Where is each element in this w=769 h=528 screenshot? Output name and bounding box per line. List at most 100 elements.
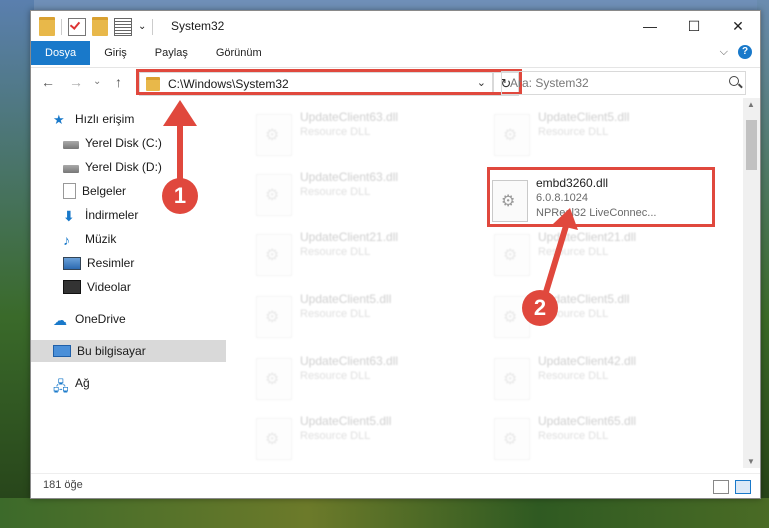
dll-file-icon bbox=[256, 234, 292, 276]
list-item[interactable]: UpdateClient5.dll Resource DLL bbox=[256, 290, 486, 342]
vertical-scrollbar[interactable]: ▲ ▼ bbox=[743, 98, 760, 468]
search-input[interactable]: Ara: System32 bbox=[510, 76, 589, 90]
navigation-pane: ★ Hızlı erişim Yerel Disk (C:) 📌 Yerel D… bbox=[31, 98, 256, 468]
tab-home[interactable]: Giriş bbox=[90, 41, 141, 65]
pictures-icon bbox=[63, 256, 81, 270]
folder-icon bbox=[39, 17, 55, 36]
nav-network[interactable]: 🖧 Ağ bbox=[31, 372, 247, 394]
search-icon[interactable] bbox=[729, 76, 739, 86]
file-list: UpdateClient63.dll Resource DLL UpdateCl… bbox=[226, 98, 741, 468]
list-item[interactable]: UpdateClient5.dll Resource DLL bbox=[256, 412, 486, 464]
nav-item-local-disk-c[interactable]: Yerel Disk (C:) 📌 bbox=[31, 132, 257, 154]
desktop-background-left bbox=[0, 0, 34, 528]
address-dropdown-icon[interactable]: ⌄ bbox=[477, 76, 486, 89]
file-name: UpdateClient21.dll bbox=[300, 230, 399, 244]
tab-file[interactable]: Dosya bbox=[31, 41, 91, 65]
new-folder-icon[interactable] bbox=[92, 17, 108, 36]
forward-button[interactable]: → bbox=[69, 74, 83, 90]
nav-label: Müzik bbox=[85, 232, 117, 246]
large-icons-view-icon[interactable] bbox=[735, 480, 751, 494]
minimize-button[interactable]: — bbox=[628, 11, 672, 41]
dll-file-icon bbox=[256, 296, 292, 338]
tab-view[interactable]: Görünüm bbox=[202, 41, 276, 65]
nav-onedrive[interactable]: ☁ OneDrive bbox=[31, 308, 247, 330]
scroll-thumb[interactable] bbox=[746, 120, 757, 170]
hard-disk-icon bbox=[63, 164, 79, 173]
nav-label: Yerel Disk (C:) bbox=[85, 136, 162, 150]
ribbon-tabs: Dosya Giriş Paylaş Görünüm bbox=[31, 41, 760, 65]
nav-quick-access[interactable]: ★ Hızlı erişim bbox=[31, 108, 247, 130]
file-description: Resource DLL bbox=[300, 246, 371, 258]
nav-item-downloads[interactable]: ⬇ İndirmeler 📌 bbox=[31, 204, 257, 226]
list-item[interactable]: UpdateClient21.dll Resource DLL bbox=[256, 228, 486, 280]
expand-ribbon-icon[interactable]: ⌵ bbox=[720, 46, 728, 59]
nav-item-pictures[interactable]: Resimler 📌 bbox=[31, 252, 257, 274]
list-item[interactable]: UpdateClient63.dll Resource DLL bbox=[256, 352, 486, 404]
list-item[interactable]: UpdateClient42.dll Resource DLL bbox=[494, 352, 724, 404]
customize-toolbar-icon[interactable] bbox=[114, 17, 132, 36]
download-icon: ⬇ bbox=[63, 208, 75, 224]
dll-file-icon bbox=[494, 114, 530, 156]
file-name: UpdateClient21.dll bbox=[538, 230, 637, 244]
window-title: System32 bbox=[171, 19, 225, 33]
status-bar: 181 öğe bbox=[31, 473, 760, 498]
dll-file-icon bbox=[256, 418, 292, 460]
file-description: Resource DLL bbox=[300, 430, 371, 442]
file-description: Resource DLL bbox=[538, 430, 609, 442]
list-item[interactable]: UpdateClient63.dll Resource DLL bbox=[256, 168, 486, 220]
list-item[interactable]: UpdateClient65.dll Resource DLL bbox=[494, 412, 724, 464]
file-name: UpdateClient65.dll bbox=[538, 414, 637, 428]
nav-label: Belgeler bbox=[82, 184, 127, 198]
details-view-icon[interactable] bbox=[713, 480, 729, 494]
help-icon[interactable]: ? bbox=[738, 45, 752, 59]
star-icon: ★ bbox=[53, 112, 65, 127]
back-button[interactable]: ← bbox=[41, 74, 55, 90]
cloud-icon: ☁ bbox=[53, 312, 67, 328]
nav-label: Ağ bbox=[75, 376, 90, 390]
network-icon: 🖧 bbox=[53, 378, 69, 394]
nav-item-music[interactable]: ♪ Müzik 📌 bbox=[31, 228, 257, 250]
toolbar-separator bbox=[61, 18, 62, 35]
hard-disk-icon bbox=[63, 140, 79, 149]
nav-item-local-disk-d[interactable]: Yerel Disk (D:) 📌 bbox=[31, 156, 257, 178]
maximize-button[interactable]: ☐ bbox=[672, 11, 716, 41]
search-box[interactable]: Ara: System32 bbox=[501, 71, 746, 95]
scroll-up-icon[interactable]: ▲ bbox=[747, 100, 755, 109]
nav-label: Resimler bbox=[87, 256, 135, 270]
file-name: UpdateClient5.dll bbox=[300, 414, 392, 428]
address-bar[interactable]: C:\Windows\System32 ⌄ bbox=[139, 72, 493, 96]
file-name: UpdateClient5.dll bbox=[300, 292, 392, 306]
ribbon-controls: ⌵ ? bbox=[720, 45, 752, 59]
tab-share[interactable]: Paylaş bbox=[141, 41, 202, 65]
list-item[interactable]: UpdateClient63.dll Resource DLL bbox=[256, 108, 486, 160]
nav-item-documents[interactable]: Belgeler 📌 bbox=[31, 180, 257, 202]
scroll-down-icon[interactable]: ▼ bbox=[747, 457, 755, 466]
music-icon: ♪ bbox=[63, 232, 70, 248]
folder-icon bbox=[146, 77, 160, 91]
video-icon bbox=[63, 280, 81, 294]
file-description: Resource DLL bbox=[300, 186, 371, 198]
quick-access-toolbar: ⌄ bbox=[39, 17, 154, 36]
nav-label: Videolar bbox=[87, 280, 131, 294]
recent-locations-button[interactable]: ⌄ bbox=[93, 76, 101, 87]
list-item[interactable]: UpdateClient21.dll Resource DLL bbox=[494, 228, 724, 280]
dll-file-icon bbox=[256, 174, 292, 216]
file-highlight-box bbox=[487, 167, 715, 227]
dll-file-icon bbox=[494, 358, 530, 400]
item-count: 181 öğe bbox=[43, 479, 83, 491]
list-item[interactable]: UpdateClient5.dll Resource DLL bbox=[494, 108, 724, 160]
toolbar-separator bbox=[152, 18, 154, 35]
properties-check-icon[interactable] bbox=[68, 17, 86, 36]
callout-number-two: 2 bbox=[522, 290, 558, 326]
nav-this-pc[interactable]: Bu bilgisayar bbox=[31, 340, 247, 362]
toolbar-dropdown-icon[interactable]: ⌄ bbox=[138, 21, 146, 32]
file-description: Resource DLL bbox=[538, 370, 609, 382]
dll-file-icon bbox=[256, 114, 292, 156]
close-button[interactable]: ✕ bbox=[716, 11, 760, 41]
file-name: UpdateClient63.dll bbox=[300, 110, 399, 124]
nav-item-videos[interactable]: Videolar 📌 bbox=[31, 276, 257, 298]
nav-label: Bu bilgisayar bbox=[77, 344, 146, 358]
up-button[interactable]: ↑ bbox=[115, 74, 122, 90]
nav-label: OneDrive bbox=[75, 312, 126, 326]
address-path[interactable]: C:\Windows\System32 bbox=[168, 77, 289, 91]
